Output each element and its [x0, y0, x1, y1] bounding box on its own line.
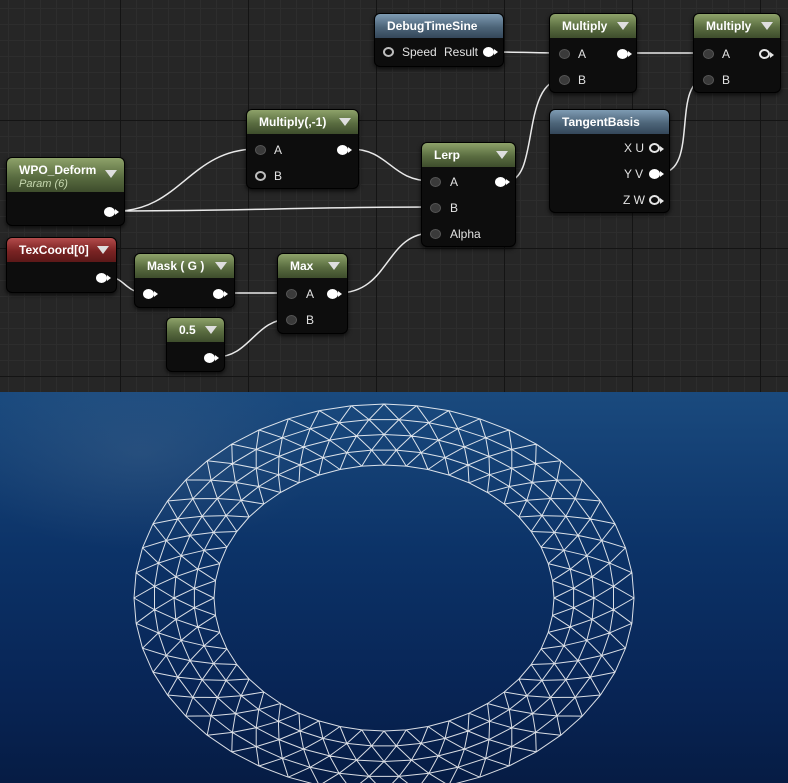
- pin-output[interactable]: [759, 49, 774, 59]
- pin-b-label: B: [722, 73, 731, 87]
- node-tangent-basis[interactable]: TangentBasis X U Y V Z W: [549, 109, 670, 213]
- pin-b-input[interactable]: [559, 75, 570, 85]
- node-multiply-2[interactable]: Multiply A B: [693, 13, 781, 93]
- node-title: Multiply(,-1): [259, 115, 327, 129]
- pin-b-label: B: [450, 201, 459, 215]
- material-graph-editor[interactable]: DebugTimeSine Speed Result Multiply A B …: [0, 0, 788, 392]
- node-header: Mask ( G ): [135, 254, 234, 278]
- node-title: Mask ( G ): [147, 259, 205, 273]
- torus-wireframe-mesh: [133, 403, 635, 783]
- node-header: 0.5: [167, 318, 224, 342]
- collapse-arrow-icon[interactable]: [496, 151, 508, 159]
- pin-a-input[interactable]: [703, 49, 714, 59]
- node-header: Lerp: [422, 143, 515, 167]
- pin-speed-label: Speed: [402, 45, 437, 59]
- collapse-arrow-icon[interactable]: [105, 170, 117, 178]
- pin-b-input[interactable]: [286, 315, 297, 325]
- pin-result-output[interactable]: [483, 47, 498, 57]
- collapse-arrow-icon[interactable]: [617, 22, 629, 30]
- pin-a-label: A: [450, 175, 459, 189]
- collapse-arrow-icon[interactable]: [205, 326, 217, 334]
- pin-b-input[interactable]: [255, 171, 266, 181]
- pin-output[interactable]: [104, 207, 119, 217]
- pin-a-label: A: [274, 143, 283, 157]
- pin-xu-label: X U: [624, 141, 645, 155]
- node-header: Multiply(,-1): [247, 110, 358, 134]
- node-title: Lerp: [434, 148, 461, 162]
- node-title: WPO_Deform: [19, 163, 97, 177]
- pin-yv-output[interactable]: [649, 169, 664, 179]
- pin-output[interactable]: [96, 273, 111, 283]
- node-header: Multiply: [694, 14, 780, 38]
- node-title: TexCoord[0]: [19, 243, 89, 257]
- node-header: DebugTimeSine: [375, 14, 503, 38]
- pin-output[interactable]: [204, 353, 219, 363]
- collapse-arrow-icon[interactable]: [215, 262, 227, 270]
- wire-wpo-to-multiply-neg1-a: [115, 148, 258, 212]
- collapse-arrow-icon[interactable]: [339, 118, 351, 126]
- pin-a-label: A: [306, 287, 315, 301]
- node-multiply-1[interactable]: Multiply A B: [549, 13, 637, 93]
- pin-alpha-label: Alpha: [450, 227, 481, 241]
- node-debug-time-sine[interactable]: DebugTimeSine Speed Result: [374, 13, 504, 67]
- node-title: TangentBasis: [562, 115, 640, 129]
- pin-zw-label: Z W: [623, 193, 645, 207]
- node-max[interactable]: Max A B: [277, 253, 348, 334]
- pin-result-label: Result: [444, 45, 479, 59]
- wire-multiply-neg1-to-lerp-a: [349, 148, 433, 182]
- preview-viewport[interactable]: [0, 392, 788, 783]
- pin-zw-output[interactable]: [649, 195, 664, 205]
- node-title: 0.5: [179, 323, 196, 337]
- pin-b-label: B: [274, 169, 283, 183]
- pin-xu-output[interactable]: [649, 143, 664, 153]
- node-mask-g[interactable]: Mask ( G ): [134, 253, 235, 308]
- pin-a-input[interactable]: [559, 49, 570, 59]
- node-subtitle: Param (6): [19, 178, 68, 190]
- pin-b-input[interactable]: [703, 75, 714, 85]
- mesh-wire-lines: [133, 403, 635, 783]
- pin-alpha-input[interactable]: [430, 229, 441, 239]
- pin-input[interactable]: [143, 289, 158, 299]
- collapse-arrow-icon[interactable]: [761, 22, 773, 30]
- node-header: WPO_Deform Param (6): [7, 158, 124, 192]
- pin-output[interactable]: [337, 145, 352, 155]
- pin-yv-label: Y V: [624, 167, 644, 181]
- pin-output[interactable]: [327, 289, 342, 299]
- pin-b-label: B: [306, 313, 315, 327]
- node-wpo-deform[interactable]: WPO_Deform Param (6): [6, 157, 125, 226]
- pin-b-input[interactable]: [430, 203, 441, 213]
- node-texcoord[interactable]: TexCoord[0]: [6, 237, 117, 293]
- wire-max-to-lerp-alpha: [337, 232, 433, 294]
- pin-speed-input[interactable]: [383, 47, 394, 57]
- node-title: Max: [290, 259, 314, 273]
- wire-wpo-to-lerp-b: [115, 206, 433, 212]
- node-header: TangentBasis: [550, 110, 669, 134]
- collapse-arrow-icon[interactable]: [97, 246, 109, 254]
- pin-b-label: B: [578, 73, 587, 87]
- pin-a-input[interactable]: [430, 177, 441, 187]
- node-title: DebugTimeSine: [387, 19, 478, 33]
- node-multiply-neg1[interactable]: Multiply(,-1) A B: [246, 109, 359, 189]
- pin-a-input[interactable]: [255, 145, 266, 155]
- node-constant-0-5[interactable]: 0.5: [166, 317, 225, 372]
- pin-a-label: A: [578, 47, 587, 61]
- node-header: Multiply: [550, 14, 636, 38]
- node-lerp[interactable]: Lerp A B Alpha: [421, 142, 516, 247]
- node-header: TexCoord[0]: [7, 238, 116, 262]
- node-title: Multiply: [706, 19, 752, 33]
- node-header: Max: [278, 254, 347, 278]
- pin-output[interactable]: [213, 289, 228, 299]
- node-title: Multiply: [562, 19, 608, 33]
- pin-a-input[interactable]: [286, 289, 297, 299]
- collapse-arrow-icon[interactable]: [328, 262, 340, 270]
- pin-a-label: A: [722, 47, 731, 61]
- pin-output[interactable]: [495, 177, 510, 187]
- pin-output[interactable]: [617, 49, 632, 59]
